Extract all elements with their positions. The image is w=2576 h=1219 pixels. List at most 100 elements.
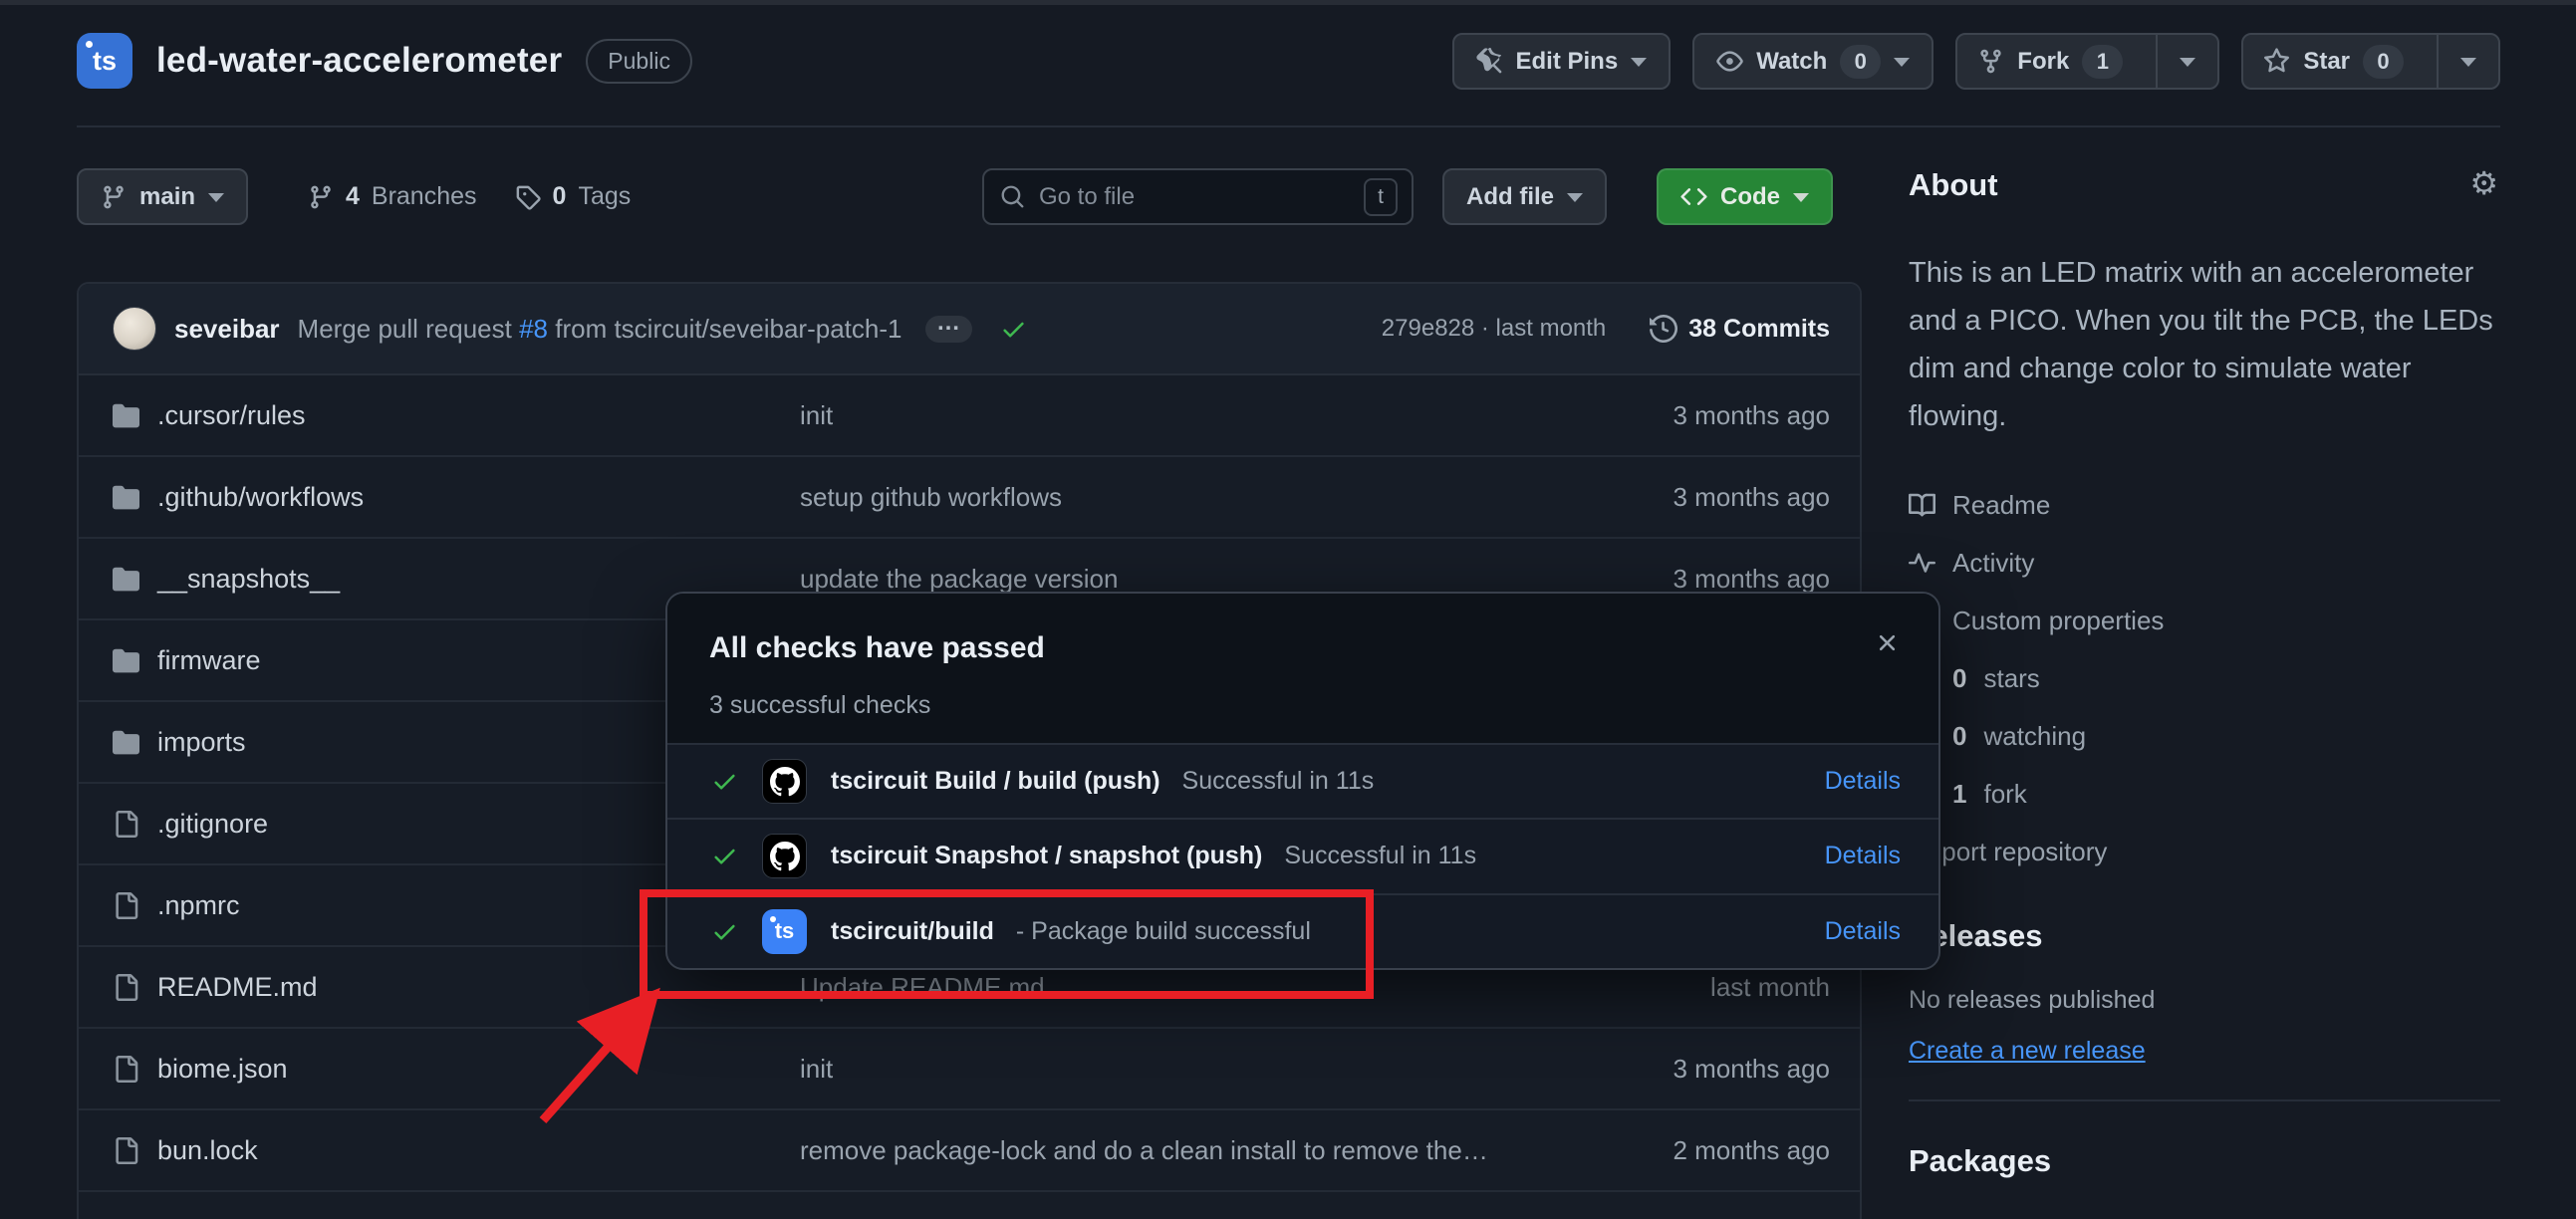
file-name[interactable]: __snapshots__: [157, 564, 340, 595]
details-link[interactable]: Details: [1825, 917, 1901, 946]
code-label: Code: [1720, 183, 1780, 211]
commit-history-link[interactable]: 38 Commits: [1650, 315, 1830, 344]
check-name: tscircuit Snapshot / snapshot (push): [831, 842, 1262, 870]
gear-icon[interactable]: ⚙: [2469, 167, 2498, 199]
file-commit-message[interactable]: remove package-lock and do a clean insta…: [800, 1135, 1561, 1166]
file-name[interactable]: bun.lock: [157, 1135, 258, 1166]
history-icon: [1650, 315, 1677, 343]
check-icon: [711, 843, 738, 869]
current-branch-label: main: [139, 183, 195, 211]
folder-icon: [113, 484, 139, 511]
file-name-cell: .cursor/rules: [113, 400, 800, 431]
sidebar-item-custom-properties[interactable]: Custom properties: [1909, 592, 2500, 649]
shortcut-key-badge: t: [1364, 178, 1398, 216]
file-name[interactable]: biome.json: [157, 1054, 288, 1085]
watch-button[interactable]: Watch 0: [1692, 33, 1933, 90]
sidebar-item-readme[interactable]: Readme: [1909, 476, 2500, 534]
stars-count: 0: [1952, 663, 1966, 694]
star-button-main[interactable]: Star 0: [2243, 35, 2424, 88]
report-repository-link[interactable]: Report repository: [1909, 823, 2500, 880]
packages-title: Packages: [1909, 1143, 2500, 1179]
star-dropdown[interactable]: [2437, 35, 2498, 88]
file-commit-date: 3 months ago: [1561, 400, 1830, 431]
details-link[interactable]: Details: [1825, 767, 1901, 796]
sidebar-item-forks[interactable]: 1 fork: [1909, 765, 2500, 823]
file-icon: [113, 811, 139, 838]
sidebar-item-stars[interactable]: 0 stars: [1909, 649, 2500, 707]
folder-icon: [113, 647, 139, 674]
tags-label: Tags: [578, 182, 631, 211]
sidebar-item-label: Readme: [1952, 490, 2050, 521]
fork-count: 1: [2082, 45, 2123, 79]
file-icon: [113, 1056, 139, 1083]
commit-description-toggle[interactable]: …: [925, 316, 972, 343]
file-name-cell: README.md: [113, 972, 800, 1003]
table-row-partial: [79, 1192, 1860, 1219]
fork-label: Fork: [2017, 48, 2069, 76]
file-name[interactable]: README.md: [157, 972, 318, 1003]
star-label: Star: [2303, 48, 2350, 76]
check-name: tscircuit/build: [831, 917, 994, 946]
watching-label: watching: [1983, 721, 2086, 752]
forks-label: fork: [1983, 779, 2026, 810]
repo-owner-avatar[interactable]: ts: [77, 33, 132, 89]
table-row: .cursor/rules init 3 months ago: [79, 375, 1860, 457]
file-icon: [113, 974, 139, 1001]
file-commit-date: 3 months ago: [1561, 482, 1830, 513]
code-icon: [1680, 183, 1707, 210]
commit-sha-time[interactable]: 279e828 · last month: [1382, 315, 1606, 343]
add-file-button[interactable]: Add file: [1442, 168, 1607, 225]
pr-link[interactable]: #8: [519, 314, 548, 344]
repo-header: ts led-water-accelerometer Public: [77, 33, 692, 89]
commit-message[interactable]: Merge pull request #8 from tscircuit/sev…: [298, 314, 902, 345]
file-name[interactable]: .github/workflows: [157, 482, 364, 513]
file-name-cell: __snapshots__: [113, 564, 800, 595]
checks-status-icon[interactable]: [1000, 316, 1027, 343]
file-name-cell: bun.lock: [113, 1135, 800, 1166]
chevron-down-icon: [2460, 58, 2476, 67]
fork-button-main[interactable]: Fork 1: [1957, 35, 2143, 88]
tag-icon: [515, 184, 541, 210]
fork-icon: [1977, 48, 2004, 75]
file-commit-message[interactable]: setup github workflows: [800, 482, 1561, 513]
tags-link[interactable]: 0 Tags: [515, 182, 632, 211]
branch-selector[interactable]: main: [77, 168, 248, 225]
chevron-down-icon: [2180, 58, 2195, 67]
file-name[interactable]: .gitignore: [157, 809, 268, 840]
about-description: This is an LED matrix with an accelerome…: [1909, 249, 2500, 440]
branches-link[interactable]: 4 Branches: [308, 182, 477, 211]
sidebar-item-activity[interactable]: Activity: [1909, 534, 2500, 592]
go-to-file-box: t: [982, 168, 1414, 225]
file-name[interactable]: imports: [157, 727, 246, 758]
check-row: ts tscircuit/build - Package build succe…: [667, 893, 1938, 968]
close-icon[interactable]: [1874, 629, 1901, 656]
tscircuit-icon: ts: [762, 909, 807, 954]
chevron-down-icon: [1894, 58, 1910, 67]
create-release-link[interactable]: Create a new release: [1909, 1037, 2146, 1066]
edit-pins-button[interactable]: Edit Pins: [1452, 33, 1672, 90]
sidebar-item-watching[interactable]: 0 watching: [1909, 707, 2500, 765]
file-commit-message[interactable]: init: [800, 400, 1561, 431]
watching-count: 0: [1952, 721, 1966, 752]
file-commit-message[interactable]: init: [800, 1054, 1561, 1085]
repo-sidebar: About ⚙ This is an LED matrix with an ac…: [1909, 167, 2500, 1179]
releases-section: Releases No releases published Create a …: [1909, 918, 2500, 1066]
file-commit-message[interactable]: Update README.md: [800, 972, 1561, 1003]
chevron-down-icon: [208, 193, 224, 202]
repo-title[interactable]: led-water-accelerometer: [156, 41, 562, 81]
details-link[interactable]: Details: [1825, 842, 1901, 870]
file-commit-message[interactable]: update the package version: [800, 564, 1561, 595]
star-button: Star 0: [2241, 33, 2500, 90]
github-icon: [762, 759, 807, 804]
github-icon: [762, 834, 807, 878]
commit-author-avatar[interactable]: [113, 307, 156, 351]
file-name[interactable]: firmware: [157, 645, 261, 676]
file-name[interactable]: .npmrc: [157, 890, 240, 921]
sidebar-item-label: Activity: [1952, 548, 2034, 579]
file-name[interactable]: .cursor/rules: [157, 400, 306, 431]
add-file-label: Add file: [1466, 183, 1554, 211]
fork-dropdown[interactable]: [2156, 35, 2217, 88]
commit-author[interactable]: seveibar: [174, 314, 280, 345]
go-to-file-input[interactable]: [1039, 183, 1350, 211]
code-button[interactable]: Code: [1657, 168, 1833, 225]
